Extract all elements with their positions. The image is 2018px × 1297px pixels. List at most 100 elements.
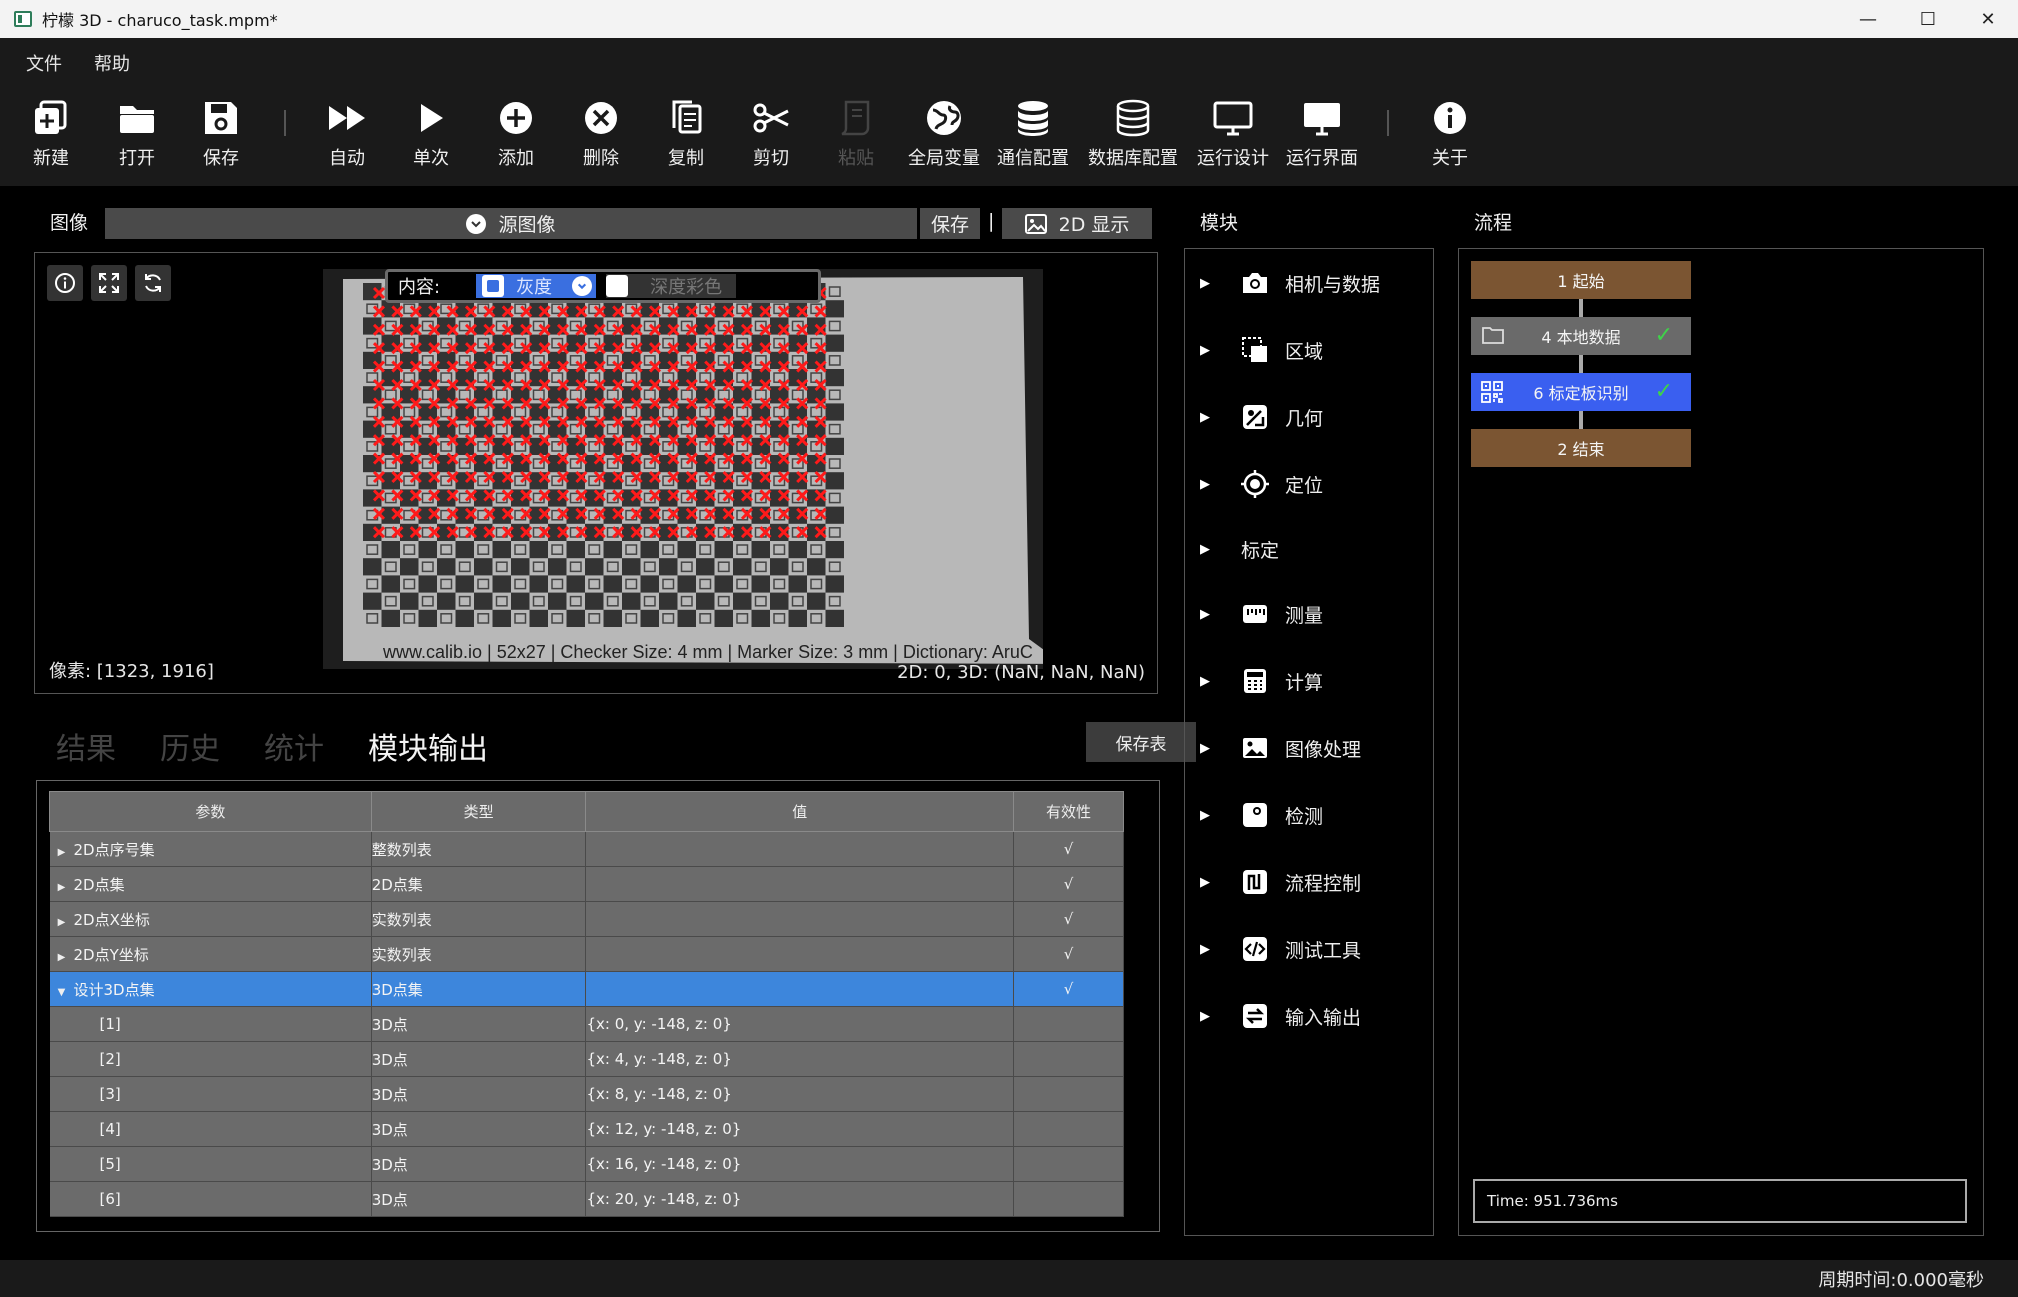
checker-square (418, 541, 437, 559)
close-button[interactable]: ✕ (1958, 0, 2018, 38)
info-button[interactable] (47, 265, 83, 301)
depth-color-select[interactable]: 深度彩色 (606, 274, 737, 298)
row-param: 2D点Y坐标 (73, 945, 149, 964)
menu-file[interactable]: 文件 (26, 50, 62, 76)
col-type[interactable]: 类型 (370, 791, 587, 832)
row-value (585, 936, 1015, 972)
expand-arrow-icon[interactable]: ▶ (50, 882, 74, 893)
table-row[interactable]: ▶ 2D点集 2D点集 √ (49, 866, 1124, 902)
checker-square (566, 609, 585, 627)
run-design-button[interactable]: 运行设计 (1188, 98, 1278, 170)
folder-outline-icon (1481, 325, 1505, 349)
row-type: 实数列表 (371, 901, 587, 937)
table-child-row[interactable]: [2] 3D点 {x: 4, y: -148, z: 0} (49, 1041, 1124, 1077)
expand-arrow-icon[interactable]: ▶ (50, 917, 74, 928)
tab-stats[interactable]: 统计 (264, 724, 324, 768)
open-button[interactable]: 打开 (92, 98, 182, 170)
auto-run-button[interactable]: 自动 (302, 98, 392, 170)
fit-view-button[interactable] (91, 265, 127, 301)
flow-title: 流程 (1474, 212, 1513, 234)
single-run-button[interactable]: 单次 (386, 98, 476, 170)
col-value[interactable]: 值 (585, 791, 1015, 832)
module-region[interactable]: ▶ 区域 (1185, 330, 1435, 370)
flow-node-board-detect[interactable]: 6 标定板识别 ✓ (1471, 373, 1691, 411)
depth-color-checkbox[interactable] (606, 275, 629, 297)
paste-button[interactable]: 粘贴 (811, 98, 901, 170)
cut-button[interactable]: 剪切 (726, 98, 816, 170)
checker-square (363, 558, 382, 576)
maximize-button[interactable]: ☐ (1898, 0, 1958, 38)
check-icon: ✓ (1654, 323, 1673, 348)
checker-square (788, 575, 807, 593)
add-button[interactable]: 添加 (471, 98, 561, 170)
expand-arrow-icon[interactable]: ▶ (50, 952, 74, 963)
separator: | (988, 210, 995, 232)
expand-arrow-icon[interactable]: ▶ (50, 847, 74, 858)
module-test-tools[interactable]: ▶ 测试工具 (1185, 929, 1435, 969)
col-valid[interactable]: 有效性 (1013, 791, 1124, 832)
table-child-row[interactable]: [3] 3D点 {x: 8, y: -148, z: 0} (49, 1076, 1124, 1112)
coord-readout: 2D: 0, 3D: (NaN, NaN, NaN) (897, 662, 1145, 683)
save-table-button[interactable]: 保存表 (1086, 722, 1196, 762)
tab-history[interactable]: 历史 (160, 724, 220, 768)
module-label: 计算 (1285, 671, 1324, 694)
module-compute[interactable]: ▶ 计算 (1185, 661, 1435, 701)
display-mode-label: 2D 显示 (1058, 214, 1130, 236)
module-label: 标定 (1241, 539, 1280, 562)
tab-module-output[interactable]: 模块输出 (368, 724, 488, 768)
depth-color-label: 深度彩色 (650, 277, 723, 298)
checker-square (751, 609, 770, 627)
table-row[interactable]: ▶ 2D点Y坐标 实数列表 √ (49, 936, 1124, 972)
checker-square (603, 575, 622, 593)
global-vars-button[interactable]: 全局变量 (899, 98, 989, 170)
image-save-button[interactable]: 保存 (920, 208, 980, 239)
image-viewer[interactable]: www.calib.io | 52x27 | Checker Size: 4 m… (34, 252, 1158, 694)
gray-checkbox[interactable] (482, 275, 505, 297)
checker-square (529, 575, 548, 593)
module-calibration[interactable]: ▶ 标定 (1185, 529, 1435, 569)
delete-label: 删除 (583, 148, 619, 169)
image-source-select[interactable]: 源图像 (105, 208, 917, 239)
delete-button[interactable]: 删除 (556, 98, 646, 170)
about-button[interactable]: 关于 (1405, 98, 1495, 170)
table-child-row[interactable]: [5] 3D点 {x: 16, y: -148, z: 0} (49, 1146, 1124, 1182)
module-locate[interactable]: ▶ 定位 (1185, 464, 1435, 504)
run-ui-button[interactable]: 运行界面 (1277, 98, 1367, 170)
table-row-selected[interactable]: ▼ 设计3D点集 3D点集 √ (49, 971, 1124, 1007)
module-measure[interactable]: ▶ 测量 (1185, 594, 1435, 634)
checker-square (437, 592, 456, 610)
db-config-button[interactable]: 数据库配置 (1088, 98, 1178, 170)
checker-square (825, 609, 844, 627)
module-io[interactable]: ▶ 输入输出 (1185, 996, 1435, 1036)
col-param[interactable]: 参数 (49, 791, 372, 832)
module-label: 区域 (1285, 340, 1324, 363)
comm-config-button[interactable]: 通信配置 (988, 98, 1078, 170)
module-flow-control[interactable]: ▶ 流程控制 (1185, 862, 1435, 902)
collapse-arrow-icon[interactable]: ▼ (50, 987, 74, 998)
module-image-processing[interactable]: ▶ 图像处理 (1185, 728, 1435, 768)
save-button[interactable]: 保存 (176, 98, 266, 170)
paste-icon (841, 100, 870, 136)
table-child-row[interactable]: [1] 3D点 {x: 0, y: -148, z: 0} (49, 1006, 1124, 1042)
table-child-row[interactable]: [6] 3D点 {x: 20, y: -148, z: 0} (49, 1181, 1124, 1217)
module-geometry[interactable]: ▶ 几何 (1185, 397, 1435, 437)
tab-results[interactable]: 结果 (56, 724, 116, 768)
table-child-row[interactable]: [4] 3D点 {x: 12, y: -148, z: 0} (49, 1111, 1124, 1147)
module-detect[interactable]: ▶ 检测 (1185, 795, 1435, 835)
table-row[interactable]: ▶ 2D点X坐标 实数列表 √ (49, 901, 1124, 937)
menu-help[interactable]: 帮助 (94, 50, 130, 76)
flow-node-local-data[interactable]: 4 本地数据 ✓ (1471, 317, 1691, 355)
monitor-filled-icon (1304, 103, 1340, 136)
child-value: {x: 20, y: -148, z: 0} (585, 1181, 1015, 1217)
module-camera-data[interactable]: ▶ 相机与数据 (1185, 263, 1435, 303)
display-mode-button[interactable]: 2D 显示 (1002, 208, 1152, 239)
flow-node-end[interactable]: 2 结束 (1471, 429, 1691, 467)
flow-node-start[interactable]: 1 起始 (1471, 261, 1691, 299)
copy-button[interactable]: 复制 (641, 98, 731, 170)
table-row[interactable]: ▶ 2D点序号集 整数列表 √ (49, 831, 1124, 867)
gray-select[interactable]: 灰度 (476, 274, 597, 298)
refresh-button[interactable] (135, 265, 171, 301)
new-button[interactable]: 新建 (6, 98, 96, 170)
node-label: 2 结束 (1557, 440, 1605, 459)
minimize-button[interactable]: — (1838, 0, 1898, 38)
